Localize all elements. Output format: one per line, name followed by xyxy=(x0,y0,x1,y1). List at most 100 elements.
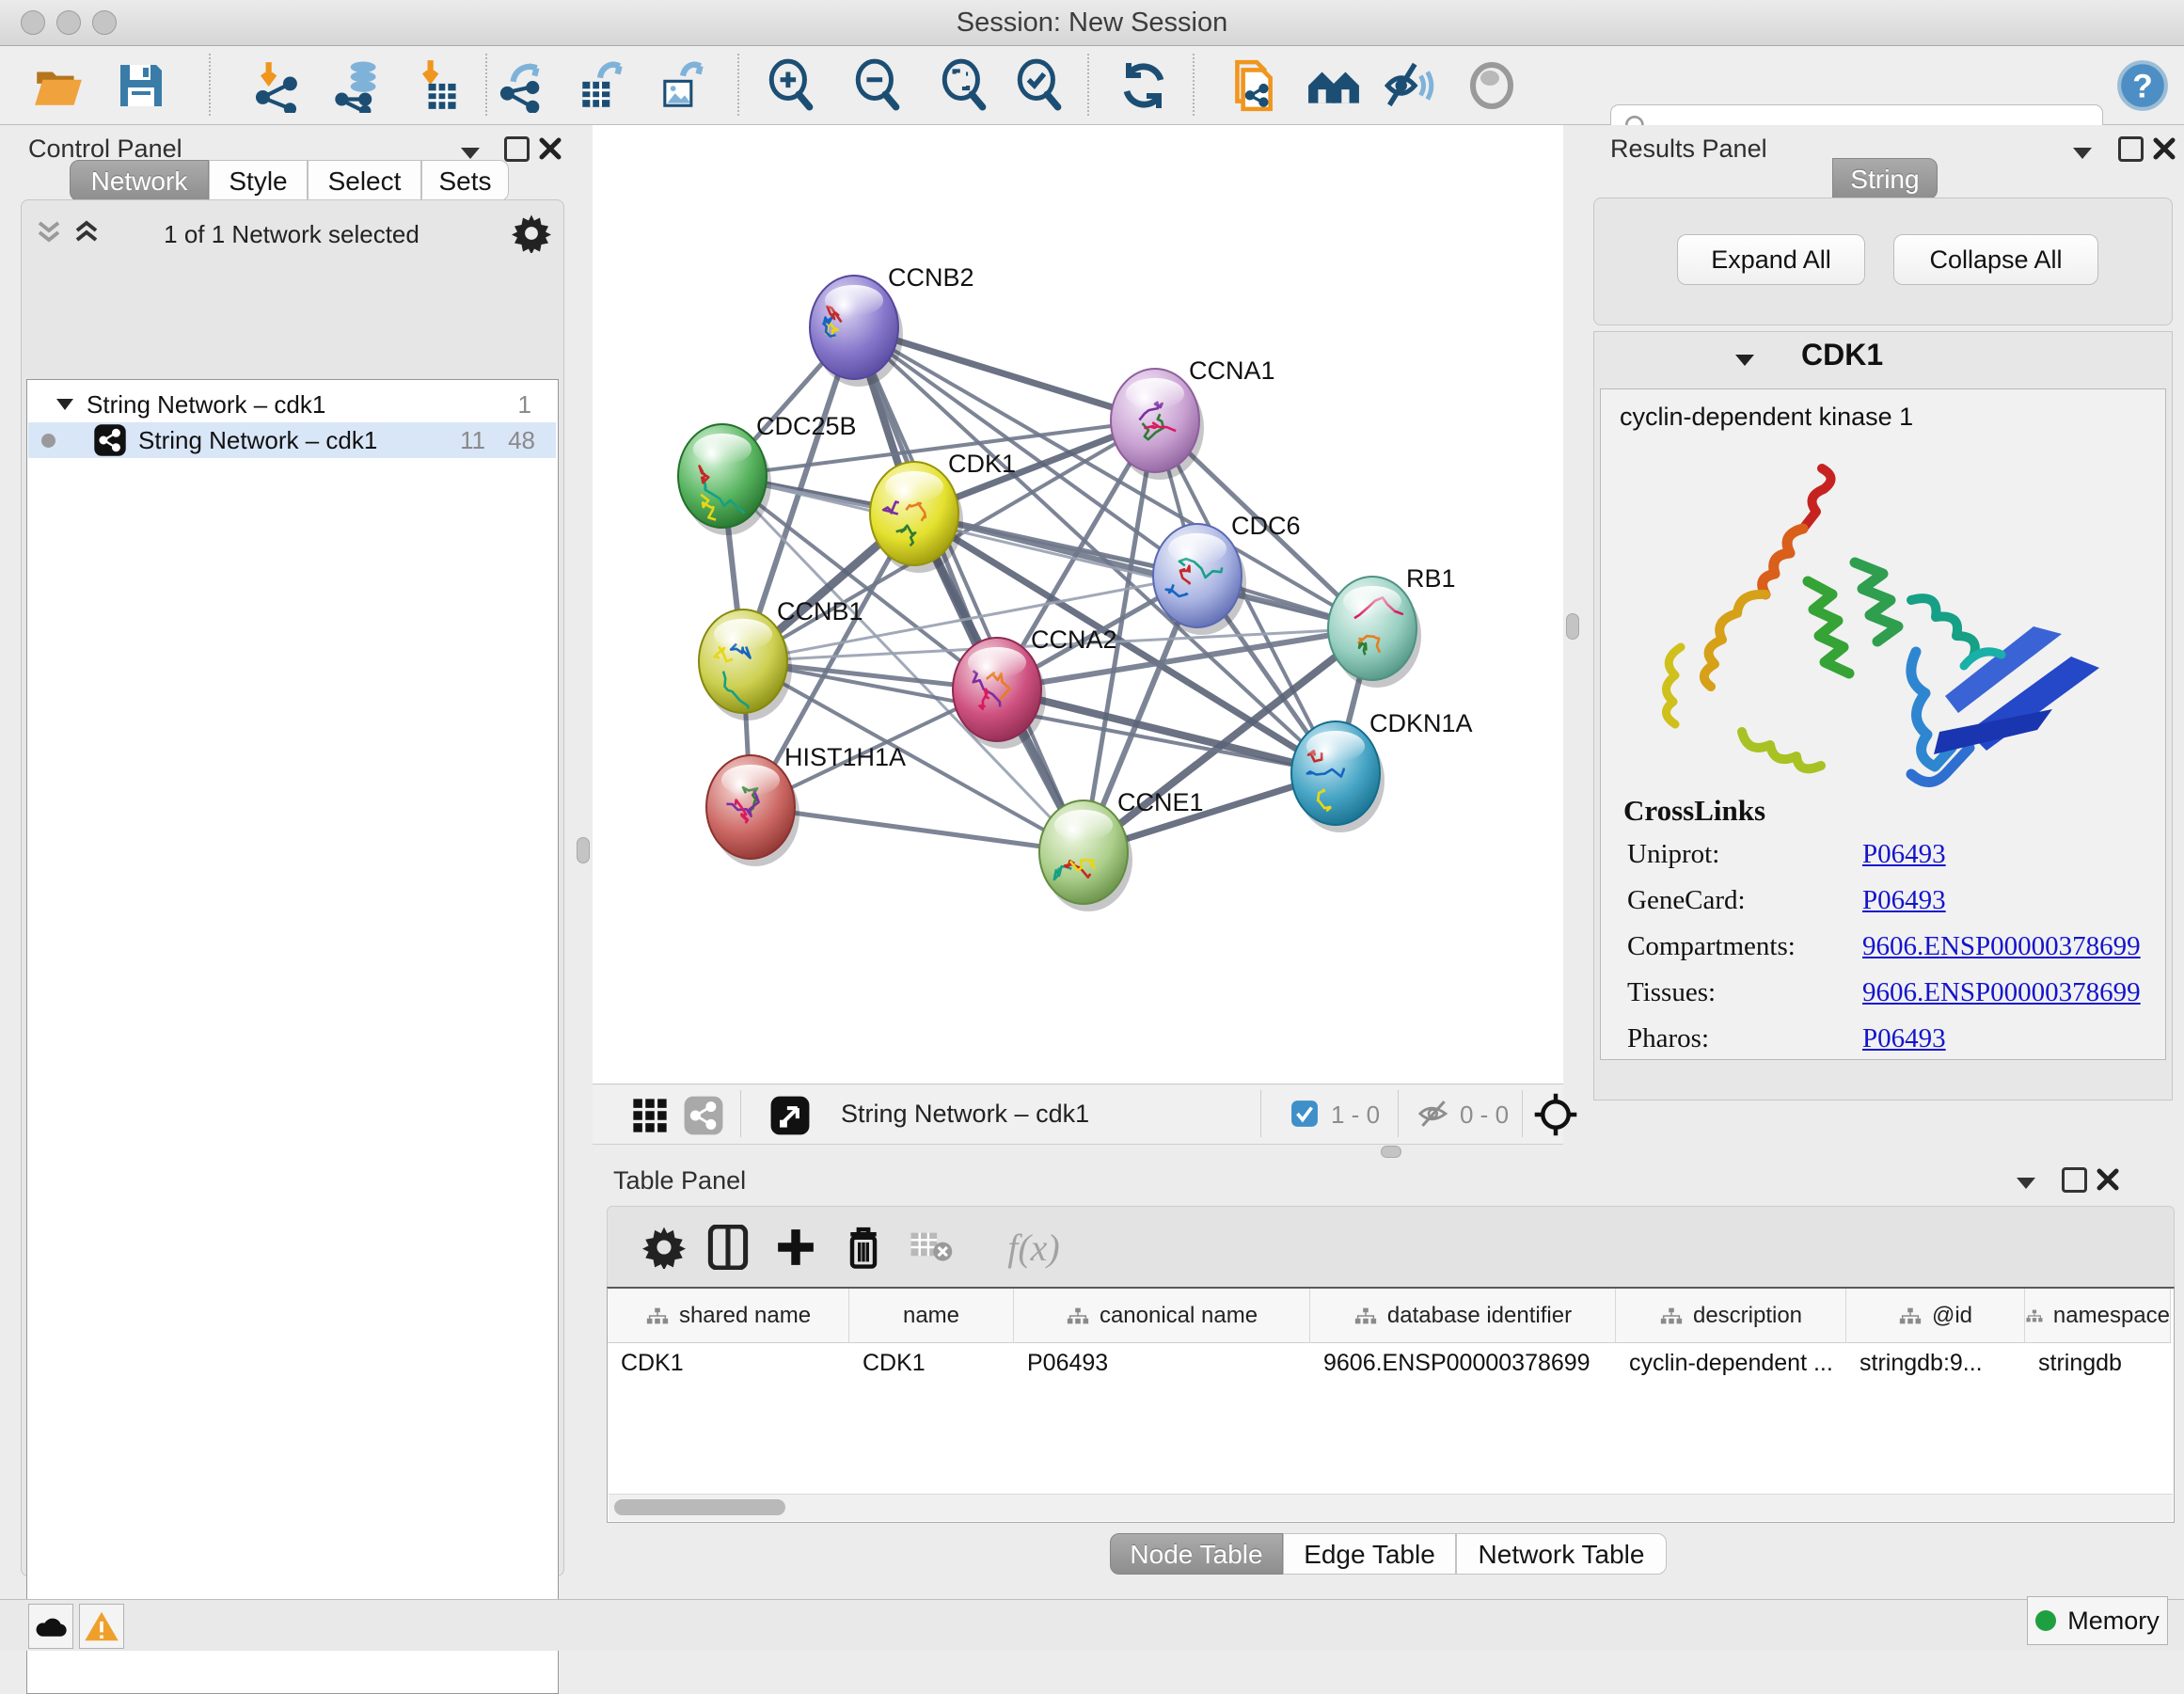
panel-float-icon[interactable] xyxy=(2015,1176,2037,1191)
tab-network[interactable]: Network xyxy=(70,160,209,201)
table-cell[interactable]: cyclin-dependent ... xyxy=(1616,1342,1846,1384)
tree-expand-icon[interactable] xyxy=(55,397,75,412)
grid-view-icon[interactable] xyxy=(632,1098,668,1133)
export-image-icon xyxy=(656,58,710,113)
fit-selected-crosshair-icon[interactable] xyxy=(1533,1092,1578,1137)
panel-close-icon[interactable] xyxy=(2096,1167,2120,1192)
toolbar-separator xyxy=(1522,1090,1523,1137)
tab-network-table[interactable]: Network Table xyxy=(1456,1533,1667,1575)
zoom-selected-button[interactable] xyxy=(1012,57,1068,114)
refresh-button[interactable] xyxy=(1116,57,1172,114)
tab-style[interactable]: Style xyxy=(209,160,308,201)
birdseye-toggle-icon[interactable] xyxy=(769,1095,811,1136)
crosslink-row: Uniprot:P06493 xyxy=(1627,839,2154,885)
panel-float-icon[interactable] xyxy=(459,146,482,161)
hide-selected-button[interactable] xyxy=(1381,57,1437,114)
save-session-button[interactable] xyxy=(113,57,169,114)
tab-select[interactable]: Select xyxy=(308,160,421,201)
memory-button[interactable]: Memory xyxy=(2027,1596,2168,1645)
export-network-icon xyxy=(498,58,552,113)
selected-checkbox-icon[interactable] xyxy=(1290,1100,1319,1128)
export-table-button[interactable] xyxy=(574,57,630,114)
clone-network-button[interactable] xyxy=(1225,57,1281,114)
results-panel: Results Panel String Expand All Collapse… xyxy=(1586,125,2184,1159)
tab-edge-table[interactable]: Edge Table xyxy=(1283,1533,1456,1575)
open-file-button[interactable] xyxy=(30,57,87,114)
table-row[interactable]: CDK1CDK1P064939606.ENSP00000378699cyclin… xyxy=(608,1342,2171,1384)
panel-float-icon[interactable] xyxy=(2071,146,2094,161)
expand-all-button[interactable]: Expand All xyxy=(1677,234,1865,285)
delete-column-button[interactable] xyxy=(837,1221,890,1274)
table-cell[interactable]: CDK1 xyxy=(608,1342,849,1384)
right-splitter-handle[interactable] xyxy=(1566,613,1579,640)
crosslink-value-link[interactable]: P06493 xyxy=(1862,885,1946,915)
panel-maximize-icon[interactable] xyxy=(2062,1167,2087,1193)
panel-maximize-icon[interactable] xyxy=(504,136,530,162)
first-neighbors-button[interactable] xyxy=(1306,57,1362,114)
import-network-button[interactable] xyxy=(250,57,307,114)
help-button[interactable]: ? xyxy=(2114,57,2171,114)
crosslink-value-link[interactable]: P06493 xyxy=(1862,839,1946,869)
cloud-status-button[interactable] xyxy=(28,1604,73,1649)
collapse-all-tree-icon[interactable] xyxy=(34,219,66,247)
expand-all-tree-icon[interactable] xyxy=(71,219,103,247)
table-cell[interactable]: CDK1 xyxy=(849,1342,1014,1384)
panel-maximize-icon[interactable] xyxy=(2118,136,2144,162)
export-image-button[interactable] xyxy=(655,57,711,114)
zoom-fit-button[interactable] xyxy=(937,57,993,114)
collapse-all-button[interactable]: Collapse All xyxy=(1893,234,2098,285)
column-header-database-identifier[interactable]: database identifier xyxy=(1310,1289,1616,1342)
crosslink-label: Pharos: xyxy=(1627,1023,1862,1054)
tab-node-table[interactable]: Node Table xyxy=(1110,1533,1283,1575)
left-splitter-handle[interactable] xyxy=(577,837,590,863)
horizontal-splitter-handle[interactable] xyxy=(1381,1146,1401,1158)
gear-icon[interactable] xyxy=(512,214,551,253)
network-row-selected[interactable]: String Network – cdk1 11 48 xyxy=(28,422,556,458)
share-view-icon[interactable] xyxy=(683,1095,724,1136)
import-from-database-button[interactable] xyxy=(331,57,388,114)
panel-close-icon[interactable] xyxy=(2152,136,2176,161)
table-cell[interactable]: P06493 xyxy=(1014,1342,1310,1384)
add-column-button[interactable] xyxy=(769,1221,822,1274)
node-label: CCNB2 xyxy=(888,263,974,292)
node-section-collapse-icon[interactable] xyxy=(1733,353,1756,368)
apply-function-button[interactable]: f(x) xyxy=(982,1221,1085,1274)
column-header-description[interactable]: description xyxy=(1616,1289,1846,1342)
tab-sets[interactable]: Sets xyxy=(421,160,509,201)
network-canvas[interactable]: CCNB2CCNA1CDC25BCDK1CDC6RB1CCNB1CCNA2CDK… xyxy=(593,125,1563,1084)
table-cell[interactable]: stringdb xyxy=(2025,1342,2171,1384)
show-columns-button[interactable] xyxy=(702,1221,754,1274)
network-graph[interactable]: CCNB2CCNA1CDC25BCDK1CDC6RB1CCNB1CCNA2CDK… xyxy=(593,125,1563,1084)
table-cell[interactable]: stringdb:9... xyxy=(1846,1342,2025,1384)
warnings-button[interactable] xyxy=(79,1604,124,1649)
zoom-in-button[interactable] xyxy=(764,57,820,114)
collection-count: 1 xyxy=(518,390,531,420)
table-settings-button[interactable] xyxy=(638,1221,690,1274)
crosslink-value-link[interactable]: 9606.ENSP00000378699 xyxy=(1862,977,2141,1007)
column-header-name[interactable]: name xyxy=(849,1289,1014,1342)
delete-table-button[interactable] xyxy=(905,1221,957,1274)
crosslink-value-link[interactable]: 9606.ENSP00000378699 xyxy=(1862,931,2141,961)
cytoscape-window: { "window": {"title": "Session: New Sess… xyxy=(0,0,2184,1650)
crosslink-label: Compartments: xyxy=(1627,931,1862,962)
crosslink-value-link[interactable]: P06493 xyxy=(1862,1023,1946,1053)
network-edge-count: 48 xyxy=(508,426,535,455)
column-header--id[interactable]: @id xyxy=(1846,1289,2025,1342)
zoom-out-button[interactable] xyxy=(850,57,907,114)
save-icon xyxy=(115,59,167,112)
import-table-button[interactable] xyxy=(412,57,468,114)
column-header-namespace[interactable]: namespace xyxy=(2025,1289,2171,1342)
table-cell[interactable]: 9606.ENSP00000378699 xyxy=(1310,1342,1616,1384)
tab-string[interactable]: String xyxy=(1832,158,1938,199)
column-header-shared-name[interactable]: shared name xyxy=(608,1289,849,1342)
scrollbar-thumb[interactable] xyxy=(614,1499,785,1515)
current-network-bullet xyxy=(41,434,55,448)
table-horizontal-scrollbar[interactable] xyxy=(609,1494,2173,1521)
panel-close-icon[interactable] xyxy=(538,136,562,161)
export-network-button[interactable] xyxy=(497,57,553,114)
column-header-canonical-name[interactable]: canonical name xyxy=(1014,1289,1310,1342)
node-table[interactable]: shared namenamecanonical namedatabase id… xyxy=(607,1287,2175,1523)
show-all-button[interactable] xyxy=(1464,57,1520,114)
network-collection-row[interactable]: String Network – cdk1 1 xyxy=(28,387,556,422)
hidden-eye-icon[interactable] xyxy=(1416,1099,1450,1129)
